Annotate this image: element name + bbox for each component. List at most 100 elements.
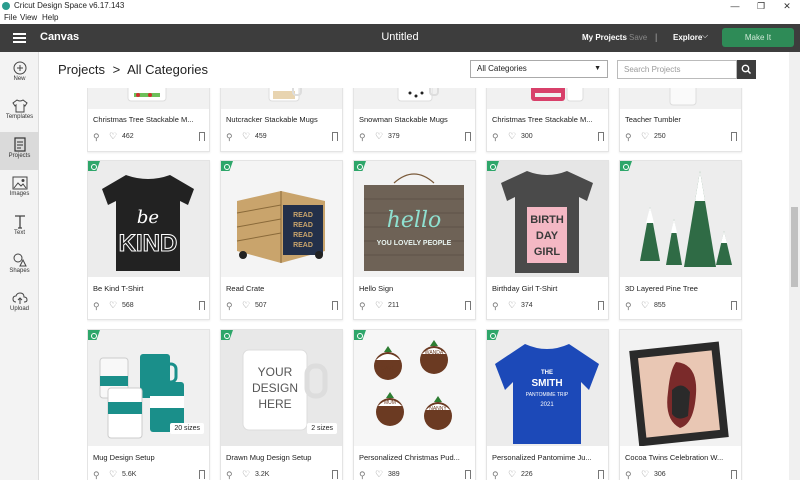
project-card[interactable]: THE SMITH PANTOMIME TRIP 2021 Personaliz…: [486, 329, 609, 480]
heart-icon[interactable]: ♡: [109, 469, 117, 480]
pin-icon[interactable]: ⚲: [359, 470, 366, 480]
pin-icon[interactable]: ⚲: [226, 470, 233, 480]
project-card[interactable]: 20 sizes Mug Design Setup ⚲ ♡ 5.6K: [87, 329, 210, 480]
project-card[interactable]: Nutcracker Stackable Mugs ⚲ ♡ 459: [220, 88, 343, 152]
like-count: 226: [521, 471, 533, 478]
project-card[interactable]: READ READ READ READ Read Crate ⚲ ♡ 507: [220, 160, 343, 320]
project-card[interactable]: be KIND Be Kind T-Shirt ⚲ ♡ 568: [87, 160, 210, 320]
pin-icon[interactable]: ⚲: [492, 470, 499, 480]
sidebar-item-templates[interactable]: Templates: [0, 94, 39, 132]
project-actions: ⚲ ♡ 211: [359, 300, 471, 313]
bookmark-icon[interactable]: [731, 301, 737, 310]
bookmark-icon[interactable]: [598, 301, 604, 310]
project-card[interactable]: YOUR DESIGN HERE 2 sizes Drawn Mug Desig…: [220, 329, 343, 480]
bookmark-icon[interactable]: [199, 132, 205, 141]
sidebar-item-text[interactable]: Text: [0, 209, 39, 247]
sidebar-item-images[interactable]: Images: [0, 171, 39, 209]
explore-menu[interactable]: Explore: [673, 33, 702, 42]
heart-icon[interactable]: ♡: [242, 131, 250, 142]
project-card[interactable]: Christmas Tree Stackable M... ⚲ ♡ 462: [87, 88, 210, 152]
scrollbar-thumb[interactable]: [791, 207, 798, 287]
maximize-icon[interactable]: ❐: [748, 0, 774, 12]
hamburger-menu-icon[interactable]: [13, 33, 26, 43]
heart-icon[interactable]: ♡: [641, 469, 649, 480]
save-button[interactable]: Save: [629, 33, 647, 42]
pin-icon[interactable]: ⚲: [93, 301, 100, 312]
shirt-text-be: be: [137, 207, 159, 228]
pin-icon[interactable]: ⚲: [359, 301, 366, 312]
pin-icon[interactable]: ⚲: [93, 132, 100, 143]
sidebar-item-upload[interactable]: Upload: [0, 286, 39, 324]
pin-icon[interactable]: ⚲: [625, 470, 632, 480]
project-card[interactable]: Teacher Tumbler ⚲ ♡ 250: [619, 88, 742, 152]
like-count: 379: [388, 133, 400, 140]
project-image: DAVE WANDA MUM NANNY: [354, 330, 475, 446]
bookmark-icon[interactable]: [731, 132, 737, 141]
crate-text: READ: [293, 222, 313, 229]
close-icon[interactable]: ✕: [774, 0, 800, 12]
heart-icon[interactable]: ♡: [508, 131, 516, 142]
bookmark-icon[interactable]: [598, 132, 604, 141]
left-sidebar: New Templates Projects Images Text Shape…: [0, 52, 39, 480]
sidebar-item-projects[interactable]: Projects: [0, 132, 39, 170]
search-input[interactable]: Search Projects: [617, 60, 737, 79]
bookmark-icon[interactable]: [332, 301, 338, 310]
heart-icon[interactable]: ♡: [508, 469, 516, 480]
pin-icon[interactable]: ⚲: [625, 301, 632, 312]
bookmark-icon[interactable]: [465, 301, 471, 310]
project-card[interactable]: BIRTH DAY GIRL Birthday Girl T-Shirt ⚲ ♡…: [486, 160, 609, 320]
bookmark-icon[interactable]: [598, 470, 604, 479]
bookmark-icon[interactable]: [332, 132, 338, 141]
heart-icon[interactable]: ♡: [641, 131, 649, 142]
mug-text: HERE: [258, 397, 291, 411]
project-card[interactable]: Christmas Tree Stackable M... ⚲ ♡ 300: [486, 88, 609, 152]
minimize-icon[interactable]: —: [722, 0, 748, 12]
menu-help[interactable]: Help: [42, 13, 58, 22]
project-actions: ⚲ ♡ 389: [359, 469, 471, 480]
menu-view[interactable]: View: [20, 13, 37, 22]
pin-icon[interactable]: ⚲: [226, 132, 233, 143]
bookmark-icon[interactable]: [199, 301, 205, 310]
project-card[interactable]: hello YOU LOVELY PEOPLE Hello Sign ⚲ ♡ 2…: [353, 160, 476, 320]
tshirt-icon: [11, 99, 28, 113]
chevron-down-icon[interactable]: ⌵: [702, 31, 708, 41]
heart-icon[interactable]: ♡: [508, 300, 516, 311]
pin-icon[interactable]: ⚲: [625, 132, 632, 143]
bookmark-icon[interactable]: [465, 132, 471, 141]
category-select[interactable]: All Categories ▼: [470, 60, 608, 78]
pin-icon[interactable]: ⚲: [492, 301, 499, 312]
bookmark-icon[interactable]: [332, 470, 338, 479]
heart-icon[interactable]: ♡: [109, 300, 117, 311]
vertical-scrollbar[interactable]: [789, 52, 800, 480]
pin-icon[interactable]: ⚲: [226, 301, 233, 312]
sidebar-item-shapes[interactable]: Shapes: [0, 247, 39, 285]
heart-icon[interactable]: ♡: [375, 131, 383, 142]
pin-icon[interactable]: ⚲: [492, 132, 499, 143]
breadcrumb-projects[interactable]: Projects: [58, 62, 105, 77]
heart-icon[interactable]: ♡: [242, 300, 250, 311]
heart-icon[interactable]: ♡: [641, 300, 649, 311]
project-image: READ READ READ READ: [221, 161, 342, 277]
menu-file[interactable]: File: [4, 13, 17, 22]
project-card[interactable]: Snowman Stackable Mugs ⚲ ♡ 379: [353, 88, 476, 152]
pin-icon[interactable]: ⚲: [93, 470, 100, 480]
make-it-button[interactable]: Make It: [722, 28, 794, 47]
project-name: Christmas Tree Stackable M...: [93, 115, 194, 124]
project-card[interactable]: 3D Layered Pine Tree ⚲ ♡ 855: [619, 160, 742, 320]
shirt-text-kind: KIND: [119, 230, 178, 257]
sidebar-item-new[interactable]: New: [0, 56, 39, 94]
heart-icon[interactable]: ♡: [375, 300, 383, 311]
bookmark-icon[interactable]: [465, 470, 471, 479]
heart-icon[interactable]: ♡: [375, 469, 383, 480]
bookmark-icon[interactable]: [731, 470, 737, 479]
project-card[interactable]: DAVE WANDA MUM NANNY Personalized Christ…: [353, 329, 476, 480]
heart-icon[interactable]: ♡: [109, 131, 117, 142]
project-card[interactable]: Cocoa Twins Celebration W... ⚲ ♡ 306: [619, 329, 742, 480]
search-button[interactable]: [737, 60, 756, 79]
shirt-text: BIRTH: [530, 214, 564, 226]
bookmark-icon[interactable]: [199, 470, 205, 479]
project-image: THE SMITH PANTOMIME TRIP 2021: [487, 330, 608, 446]
my-projects-link[interactable]: My Projects: [582, 33, 627, 42]
pin-icon[interactable]: ⚲: [359, 132, 366, 143]
heart-icon[interactable]: ♡: [242, 469, 250, 480]
